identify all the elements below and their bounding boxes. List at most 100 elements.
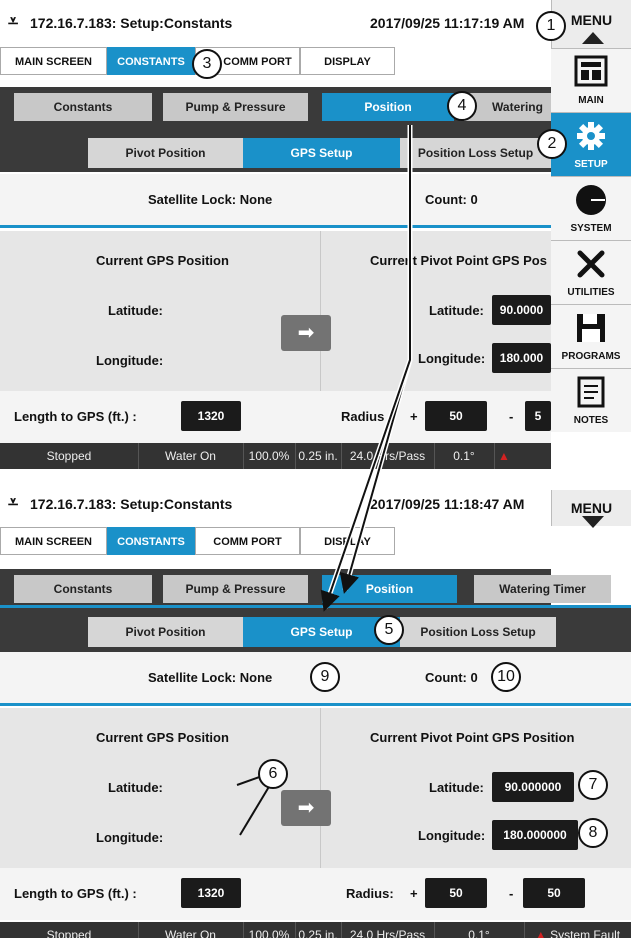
subtab-constants[interactable]: Constants xyxy=(14,93,152,121)
section-band-2: Pivot Position GPS Setup Position Loss S… xyxy=(0,608,631,654)
satellite-row: Satellite Lock: None Count: 0 xyxy=(0,174,551,226)
sidebar-label-system: SYSTEM xyxy=(570,223,612,234)
status-angle-2: 0.1° xyxy=(434,922,525,938)
divider-line-2 xyxy=(0,703,631,706)
title-bar-2: ⩡ 172.16.7.183: Setup:Constants 2017/09/… xyxy=(0,489,551,519)
screen-2: ⩡ 172.16.7.183: Setup:Constants 2017/09/… xyxy=(0,475,631,938)
subtab-band-2: Constants Pump & Pressure Position Water… xyxy=(0,569,611,608)
length-row: Length to GPS (ft.) : 1320 Radius + 50 -… xyxy=(0,391,551,443)
latitude-label-2: Latitude: xyxy=(108,780,163,795)
length-field-2[interactable]: 1320 xyxy=(181,878,241,908)
subtab-watering-timer[interactable]: Watering xyxy=(464,93,551,121)
tab-comm-port[interactable]: COMM PORT xyxy=(195,527,300,555)
length-row-2: Length to GPS (ft.) : 1320 Radius: + 50 … xyxy=(0,868,631,920)
sidebar-item-main[interactable]: MAIN xyxy=(551,48,631,112)
subtab-constants[interactable]: Constants xyxy=(14,575,152,603)
pivot-gps-title: Current Pivot Point GPS Pos xyxy=(370,253,547,268)
callout-6: 6 xyxy=(258,759,288,789)
sidebar-label-programs: PROGRAMS xyxy=(561,351,621,362)
status-fault[interactable]: ▲ System Fault xyxy=(494,443,551,469)
subtab-pump-pressure[interactable]: Pump & Pressure xyxy=(163,575,308,603)
subtab-position[interactable]: Position xyxy=(322,575,457,603)
tab-main-screen[interactable]: MAIN SCREEN xyxy=(0,527,107,555)
sidebar-label-setup: SETUP xyxy=(574,159,608,170)
current-gps-title-2: Current GPS Position xyxy=(96,730,229,745)
tools-icon xyxy=(551,247,631,281)
pivot-longitude-field[interactable]: 180.000 xyxy=(492,343,551,373)
tab-main-screen[interactable]: MAIN SCREEN xyxy=(0,47,107,75)
pivot-gps-title-2: Current Pivot Point GPS Position xyxy=(370,730,575,745)
radius-minus-field[interactable]: 5 xyxy=(525,401,551,431)
menu-button-2[interactable]: MENU xyxy=(551,490,631,528)
section-pivot-position[interactable]: Pivot Position xyxy=(88,617,243,647)
status-angle: 0.1° xyxy=(434,443,495,469)
top-tabs: MAIN SCREEN CONSTANTS COMM PORT DISPLAY xyxy=(0,47,551,75)
title-bar: ⩡ 172.16.7.183: Setup:Constants 2017/09/… xyxy=(0,8,551,38)
copy-position-button[interactable]: ➡ xyxy=(281,315,331,351)
callout-4: 4 xyxy=(447,91,477,121)
callout-7: 7 xyxy=(578,770,608,800)
radius-minus-sign-2: - xyxy=(509,886,514,901)
section-position-loss[interactable]: Position Loss Setup xyxy=(400,617,556,647)
callout-5: 5 xyxy=(374,615,404,645)
callout-9: 9 xyxy=(310,662,340,692)
panel-divider-2 xyxy=(320,708,321,868)
tab-display[interactable]: DISPLAY xyxy=(300,527,395,555)
length-label-2: Length to GPS (ft.) : xyxy=(14,886,137,901)
tab-constants[interactable]: CONSTANTS xyxy=(107,47,195,75)
pivot-longitude-field-2[interactable]: 180.000000 xyxy=(492,820,578,850)
status-hours: 24.0 Hrs/Pass xyxy=(341,443,435,469)
radius-plus-sign: + xyxy=(410,409,418,424)
radius-plus-field-2[interactable]: 50 xyxy=(425,878,487,908)
latitude-label: Latitude: xyxy=(108,303,163,318)
callout-1: 1 xyxy=(536,11,566,41)
status-bar-2: Stopped Water On 100.0% 0.25 in. 24.0 Hr… xyxy=(0,922,631,938)
sidebar-item-system[interactable]: SYSTEM xyxy=(551,176,631,240)
callout-8: 8 xyxy=(578,818,608,848)
section-position-loss[interactable]: Position Loss Setup xyxy=(400,138,551,168)
length-field[interactable]: 1320 xyxy=(181,401,241,431)
status-fault-2[interactable]: ▲ System Fault xyxy=(524,922,631,938)
system-icon xyxy=(551,183,631,217)
radius-minus-sign: - xyxy=(509,409,514,424)
sidebar-item-programs[interactable]: PROGRAMS xyxy=(551,304,631,368)
tab-display[interactable]: DISPLAY xyxy=(300,47,395,75)
floppy-icon xyxy=(551,311,631,345)
subtab-watering-timer[interactable]: Watering Timer xyxy=(474,575,611,603)
copy-position-button-2[interactable]: ➡ xyxy=(281,790,331,826)
callout-2: 2 xyxy=(537,129,567,159)
pivot-latitude-field[interactable]: 90.0000 xyxy=(492,295,551,325)
notes-icon xyxy=(551,375,631,409)
status-bar: Stopped Water On 100.0% 0.25 in. 24.0 Hr… xyxy=(0,443,551,469)
radius-label-2: Radius: xyxy=(346,886,394,901)
gps-count-2: Count: 0 xyxy=(425,670,478,685)
status-percent: 100.0% xyxy=(243,443,296,469)
sidebar-item-utilities[interactable]: UTILITIES xyxy=(551,240,631,304)
status-depth-2: 0.25 in. xyxy=(295,922,342,938)
gps-count: Count: 0 xyxy=(425,192,478,207)
pivot-latitude-label-2: Latitude: xyxy=(429,780,484,795)
top-tabs-2: MAIN SCREEN CONSTANTS COMM PORT DISPLAY xyxy=(0,527,551,555)
section-gps-setup[interactable]: GPS Setup xyxy=(243,138,400,168)
panel-divider xyxy=(320,231,321,391)
sidebar-item-notes[interactable]: NOTES xyxy=(551,368,631,432)
subtab-position[interactable]: Position xyxy=(322,93,454,121)
subtab-pump-pressure[interactable]: Pump & Pressure xyxy=(163,93,308,121)
divider-line xyxy=(0,225,551,228)
satellite-lock: Satellite Lock: None xyxy=(148,192,273,207)
length-label: Length to GPS (ft.) : xyxy=(14,409,137,424)
window-title-2: 172.16.7.183: Setup:Constants xyxy=(30,496,233,512)
sidebar-label-notes: NOTES xyxy=(573,415,609,426)
pivot-latitude-label: Latitude: xyxy=(429,303,484,318)
radius-plus-field[interactable]: 50 xyxy=(425,401,487,431)
gps-panel: Current GPS Position Latitude: Longitude… xyxy=(0,231,551,391)
expand-icon xyxy=(582,516,604,528)
tab-constants[interactable]: CONSTANTS xyxy=(107,527,195,555)
radius-label: Radius xyxy=(341,409,385,424)
section-pivot-position[interactable]: Pivot Position xyxy=(88,138,243,168)
radius-minus-field-2[interactable]: 50 xyxy=(523,878,585,908)
datetime: 2017/09/25 11:17:19 AM xyxy=(370,15,525,31)
pivot-latitude-field-2[interactable]: 90.000000 xyxy=(492,772,574,802)
collapse-icon xyxy=(582,32,604,44)
longitude-label-2: Longitude: xyxy=(96,830,164,845)
